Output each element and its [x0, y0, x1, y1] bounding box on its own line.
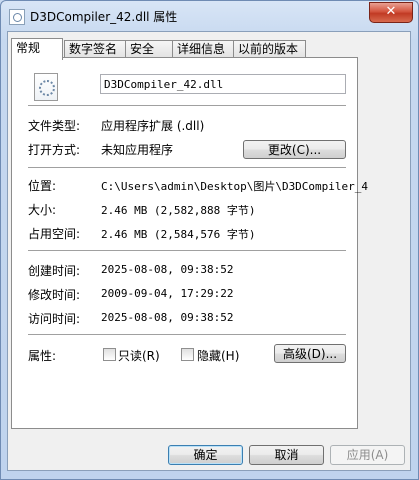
opens-with-label: 打开方式: [28, 143, 81, 157]
separator [28, 334, 346, 335]
tab-security[interactable]: 安全 [125, 40, 177, 58]
location-label: 位置: [28, 179, 57, 193]
readonly-label[interactable]: 只读(R) [118, 347, 160, 364]
file-type-value: 应用程序扩展 (.dll) [101, 119, 205, 133]
title-bar[interactable]: D3DCompiler_42.dll 属性 ✕ [1, 1, 418, 31]
advanced-button[interactable]: 高级(D)... [274, 344, 346, 363]
apply-button[interactable]: 应用(A) [330, 445, 405, 465]
hidden-label[interactable]: 隐藏(H) [197, 347, 239, 364]
separator [28, 167, 346, 168]
created-label: 创建时间: [28, 264, 81, 278]
dll-file-icon [9, 9, 25, 25]
modified-label: 修改时间: [28, 288, 81, 302]
ok-button[interactable]: 确定 [168, 445, 243, 465]
cancel-button[interactable]: 取消 [249, 445, 324, 465]
separator [28, 105, 346, 106]
file-name-field[interactable]: D3DCompiler_42.dll [100, 74, 346, 94]
tab-general[interactable]: 常规 [11, 38, 63, 60]
size-on-disk-value: 2.46 MB (2,584,576 字节) [101, 228, 256, 241]
readonly-checkbox[interactable] [103, 348, 116, 361]
change-button[interactable]: 更改(C)... [243, 140, 346, 159]
tab-details[interactable]: 详细信息 [172, 40, 234, 58]
tab-digital-signatures[interactable]: 数字签名 [64, 40, 126, 58]
accessed-label: 访问时间: [28, 312, 81, 326]
separator [28, 250, 346, 251]
file-type-label: 文件类型: [28, 119, 81, 133]
window-title: D3DCompiler_42.dll 属性 [30, 10, 178, 24]
opens-with-value: 未知应用程序 [101, 143, 174, 157]
modified-value: 2009-09-04, 17:29:22 [101, 287, 234, 300]
tab-previous-versions[interactable]: 以前的版本 [233, 40, 306, 58]
location-value: C:\Users\admin\Desktop\图片\D3DCompiler_4 [101, 180, 369, 193]
size-label: 大小: [28, 203, 57, 217]
dll-file-icon [34, 73, 58, 101]
size-value: 2.46 MB (2,582,888 字节) [101, 204, 256, 217]
hidden-checkbox[interactable] [181, 348, 194, 361]
general-panel [11, 57, 358, 429]
size-on-disk-label: 占用空间: [28, 227, 81, 241]
close-button[interactable]: ✕ [369, 2, 413, 23]
created-value: 2025-08-08, 09:38:52 [101, 263, 234, 276]
accessed-value: 2025-08-08, 09:38:52 [101, 311, 234, 324]
attributes-label: 属性: [28, 349, 57, 363]
